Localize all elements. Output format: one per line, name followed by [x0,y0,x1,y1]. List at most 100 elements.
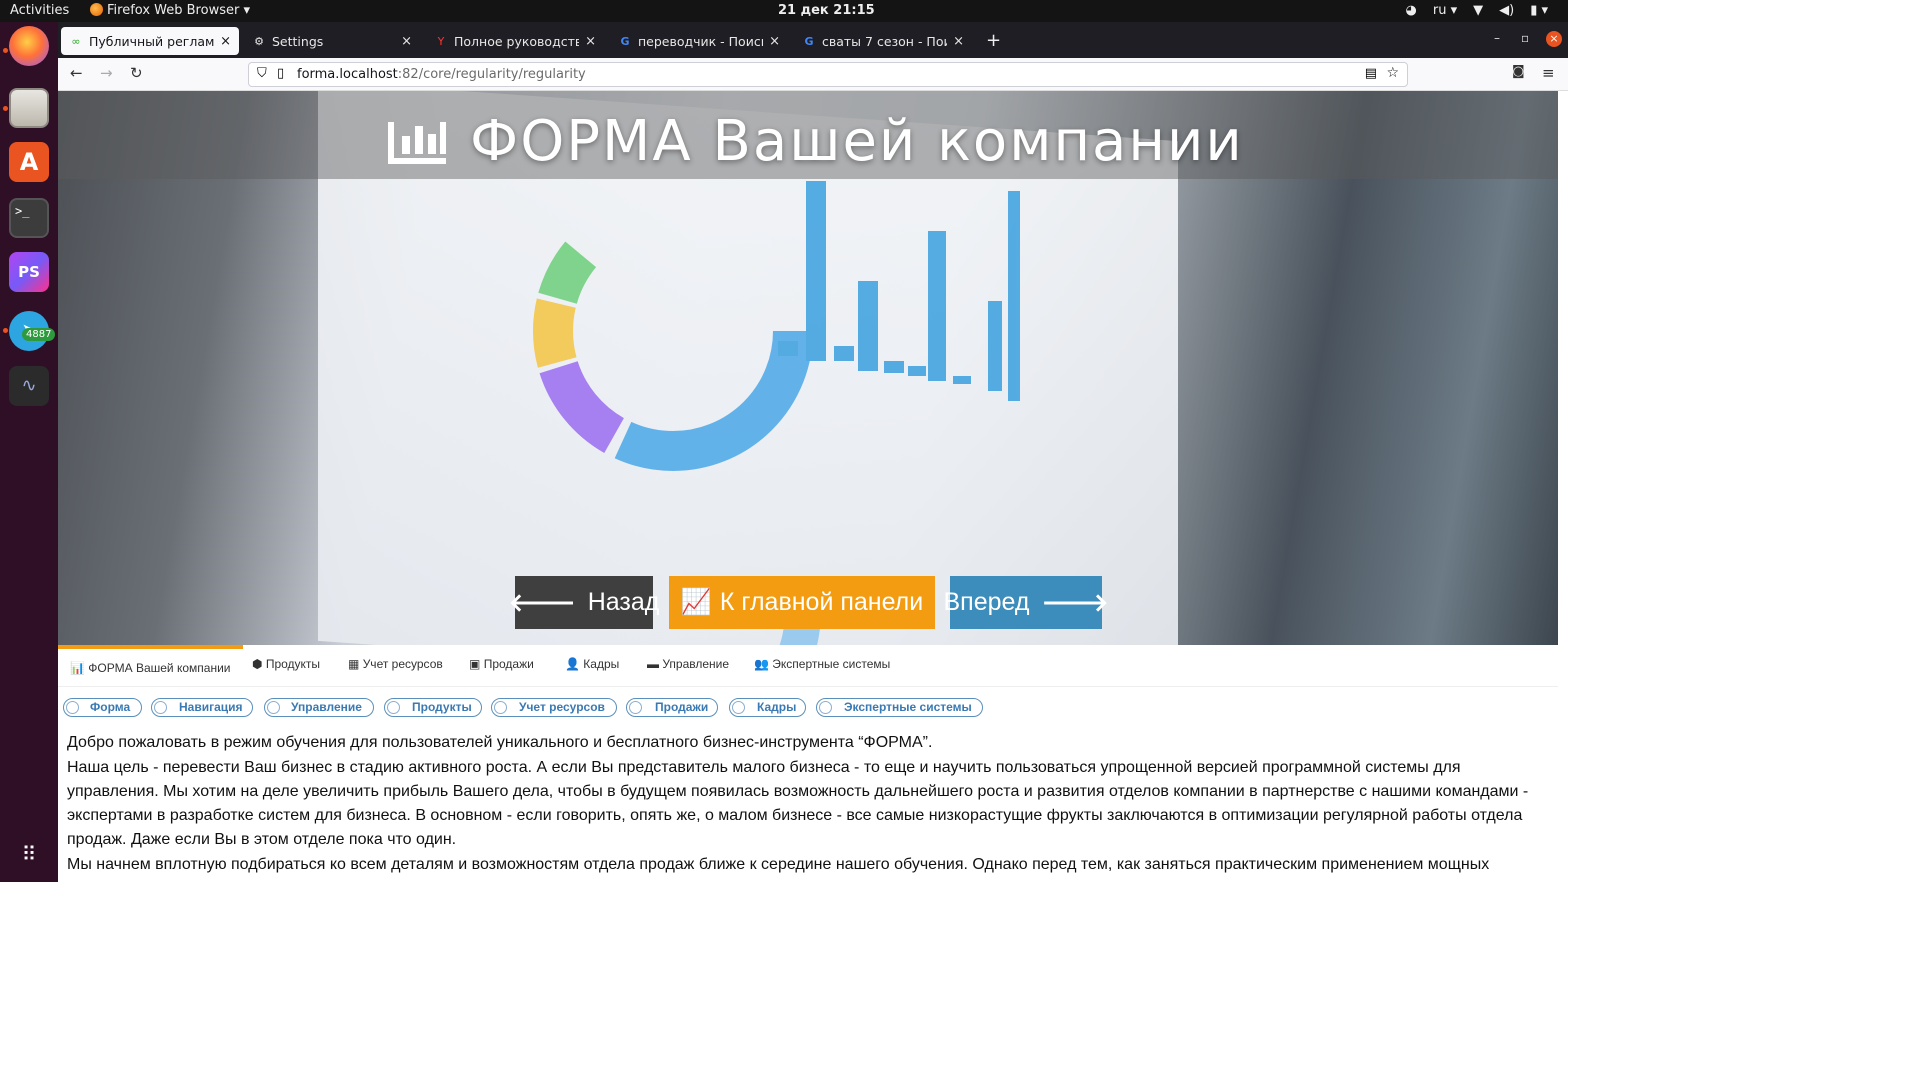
page-info-icon[interactable]: ▯ [277,66,284,81]
tab-svaty-search[interactable]: G сваты 7 сезон - Поиск в × [794,27,972,55]
close-tab-icon[interactable]: × [401,34,412,49]
radio-circle-icon [66,701,79,714]
intro-paragraph: Наша цель - перевести Ваш бизнес в стади… [67,759,1529,848]
tab-guide[interactable]: Y Полное руководство (v2 × [426,27,604,55]
files-icon[interactable] [9,88,49,128]
tab-label: Продукты [265,657,321,671]
url-path: :82/core/regularity/regularity [397,67,586,82]
tracking-shield-icon[interactable]: ⛉ [257,66,267,81]
url-host: forma.localhost [297,67,398,82]
tab-products[interactable]: ⬢ Продукты [252,657,320,671]
phpstorm-icon[interactable]: PS [9,252,49,292]
app-center-icon[interactable]: A [9,142,49,182]
main-panel-button[interactable]: 📈 К главной панели [669,576,935,629]
language-indicator[interactable]: ru ▾ [1433,3,1457,18]
tab-title: Settings [272,33,324,49]
bar-chart-icon [388,122,446,164]
activities-button[interactable]: Activities [10,3,69,18]
app-menu[interactable]: Firefox Web Browser ▾ [90,3,250,18]
tab-label: Управление [662,657,730,671]
firefox-icon [90,3,103,16]
system-tray[interactable]: ◕ ru ▾ ▼ ◀) ▮ ▾ [1406,3,1549,18]
users-icon: 👥 [754,657,769,671]
back-button[interactable]: 🡐 Назад [509,576,659,629]
hero-title-bar: ФОРМА Вашей компании [58,91,1558,179]
close-tab-icon[interactable]: × [220,34,231,49]
tab-sales[interactable]: ▣ Продажи [469,657,534,671]
yandex-favicon-icon: Y [437,34,445,48]
maximize-button[interactable]: ▫ [1521,31,1529,45]
close-window-button[interactable]: × [1546,31,1562,47]
system-monitor-icon[interactable]: ∿ [9,366,49,406]
battery-icon[interactable]: ▮ ▾ [1530,3,1548,18]
telegram-unread-badge: 4887 [22,328,56,341]
tab-staff[interactable]: 👤 Кадры [565,657,619,671]
tab-title: Полное руководство (v2 [454,33,580,49]
tab-label: Кадры [583,657,620,671]
tab-settings[interactable]: ⚙ Settings × [244,27,420,55]
url-text: forma.localhost:82/core/regularity/regul… [297,67,586,82]
tab-expert-systems[interactable]: 👥 Экспертные системы [754,657,890,671]
reload-icon[interactable]: ↻ [130,64,143,82]
bookmark-star-icon[interactable]: ☆ [1386,65,1399,81]
bar-chart-icon: 📊 [70,661,85,675]
radio-circle-icon [819,701,832,714]
pill-resources[interactable]: Учет ресурсов [491,698,617,717]
tab-forma[interactable]: 📊 ФОРМА Вашей компании [58,645,243,686]
google-favicon-icon: G [804,34,814,48]
language-label: ru [1432,3,1447,18]
pill-management[interactable]: Управление [264,698,374,717]
clock[interactable]: 21 дек 21:15 [778,3,875,18]
new-tab-button[interactable]: + [986,30,1001,51]
pill-label: Продукты [412,700,472,714]
tab-label: Продажи [483,657,534,671]
tab-public-reglament[interactable]: ∞ Публичный регламент × [61,27,239,55]
hamburger-menu-icon[interactable]: ≡ [1542,64,1555,82]
pill-label: Форма [90,700,131,714]
web-page: ФОРМА Вашей компании 🡐 Назад 📈 К главной п… [58,91,1558,882]
close-tab-icon[interactable]: × [585,34,596,49]
grid-icon: ▦ [348,657,360,671]
pill-staff[interactable]: Кадры [729,698,806,717]
wifi-icon[interactable]: ▼ [1473,3,1483,18]
volume-icon[interactable]: ◀) [1499,3,1514,18]
hero-title-text: ФОРМА Вашей компании [470,109,1244,174]
pocket-icon[interactable]: ◙ [1512,64,1525,79]
tab-translator-search[interactable]: G переводчик - Поиск в Go × [610,27,788,55]
tab-label: Экспертные системы [772,657,891,671]
radio-circle-icon [629,701,642,714]
briefcase-icon: ▬ [647,657,659,671]
site-favicon-icon: ∞ [71,34,81,48]
intro-paragraph: Мы начнем вплотную подбираться ко всем д… [67,856,1490,873]
system-top-bar: Activities Firefox Web Browser ▾ 21 дек … [0,0,1568,22]
app-grid-icon[interactable]: ⠿ [9,834,49,874]
tab-resources[interactable]: ▦ Учет ресурсов [348,657,443,671]
pill-forma[interactable]: Форма [63,698,142,717]
close-tab-icon[interactable]: × [953,34,964,49]
pill-label: Навигация [179,700,243,714]
tab-label: ФОРМА Вашей компании [88,661,231,675]
forward-arrow-icon[interactable]: → [100,64,113,82]
tab-title: Публичный регламент [89,33,215,49]
radio-circle-icon [387,701,400,714]
status-globe-icon[interactable]: ◕ [1406,3,1417,18]
pill-expert-systems[interactable]: Экспертные системы [816,698,983,717]
pill-sales[interactable]: Продажи [626,698,718,717]
close-tab-icon[interactable]: × [769,34,780,49]
intro-text: Добро пожаловать в режим обучения для по… [67,731,1547,878]
back-arrow-icon[interactable]: ← [70,64,83,82]
address-bar[interactable]: ⛉ ▯ forma.localhost:82/core/regularity/r… [248,62,1408,87]
gear-icon: ⚙ [254,34,264,48]
arrow-right-icon: 🡒 [1041,588,1109,617]
terminal-icon[interactable]: >_ [9,198,49,238]
pill-navigation[interactable]: Навигация [151,698,253,717]
dock: A >_ PS ➤ 4887 ∿ ⠿ [0,22,58,882]
pill-label: Продажи [655,700,709,714]
pill-products[interactable]: Продукты [384,698,482,717]
firefox-icon[interactable] [9,26,49,66]
minimize-button[interactable]: – [1494,31,1500,45]
pill-label: Управление [291,700,362,714]
forward-button[interactable]: Вперед 🡒 [944,576,1109,629]
reader-view-icon[interactable]: ▤ [1365,66,1377,81]
tab-management[interactable]: ▬ Управление [647,657,729,671]
